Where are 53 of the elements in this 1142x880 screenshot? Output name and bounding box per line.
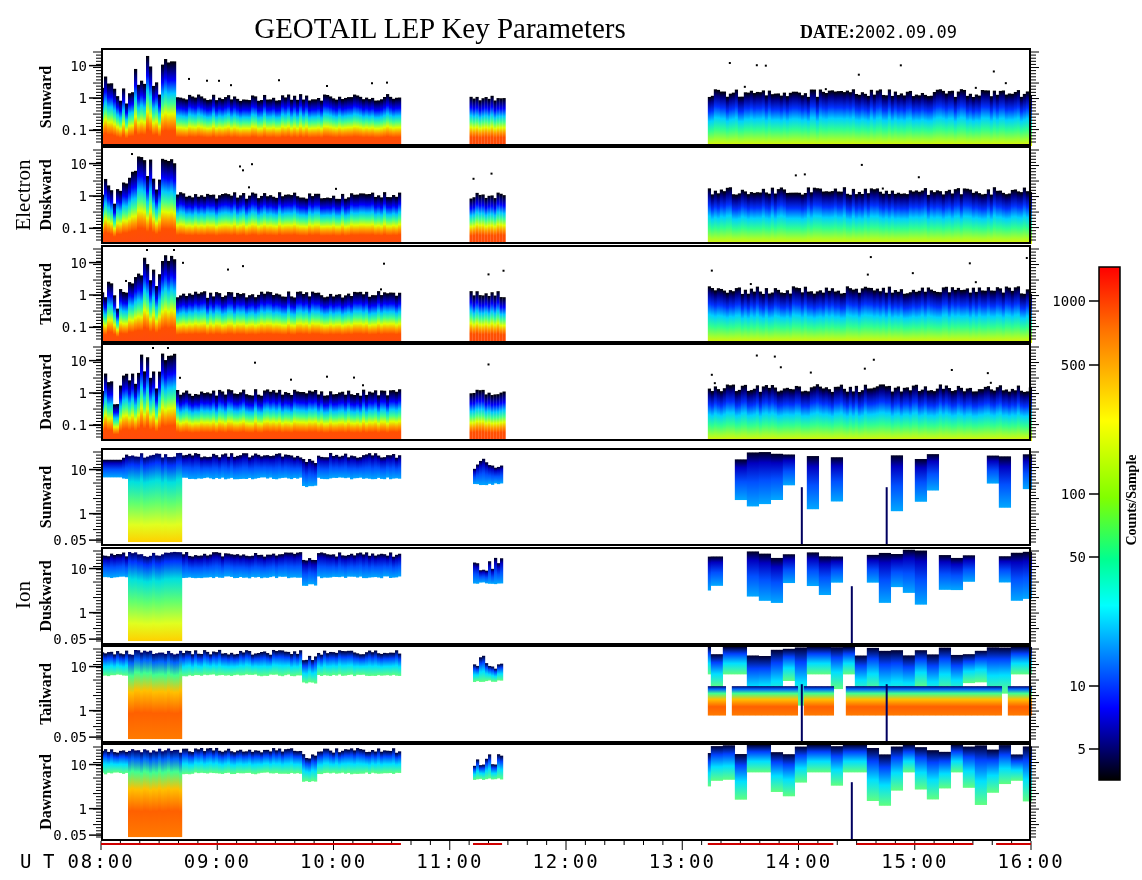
- panel-label: Duskward: [37, 159, 54, 231]
- x-tick-label: 08:00: [67, 850, 135, 872]
- y-tick-label: 1: [78, 505, 87, 522]
- panel-label: Dawnward: [37, 354, 54, 430]
- plot-title: GEOTAIL LEP Key Parameters: [254, 12, 626, 44]
- panel-label: Tailward: [37, 263, 54, 325]
- x-tick-label: 13:00: [648, 850, 716, 872]
- y-tick-label: 1: [78, 604, 87, 621]
- y-tick-label: 0.1: [61, 319, 87, 336]
- y-tick-label: 10: [70, 57, 87, 74]
- group-label: Electron: [11, 159, 35, 231]
- colorbar-tick-label: 1000: [1052, 293, 1086, 309]
- x-tick-label: 10:00: [299, 850, 368, 872]
- y-tick-label: 0.1: [61, 122, 87, 139]
- panel-label: Dawnward: [37, 754, 54, 830]
- y-tick-label: 0.05: [53, 532, 87, 549]
- panel-label: Sunward: [37, 465, 54, 529]
- group-label: Ion: [11, 581, 35, 609]
- panel-label: Duskward: [37, 560, 54, 632]
- x-tick-label: 11:00: [416, 850, 484, 872]
- date-label: DATE:2002.09.09: [800, 22, 958, 42]
- panel-label: Tailward: [37, 663, 54, 725]
- panel-label: Sunward: [37, 65, 54, 129]
- x-tick-label: 12:00: [532, 850, 600, 872]
- y-tick-label: 10: [70, 461, 87, 478]
- y-tick-label: 10: [70, 560, 87, 577]
- y-tick-label: 1: [78, 188, 87, 204]
- y-tick-label: 0.05: [53, 827, 87, 844]
- y-tick-label: 10: [70, 658, 87, 675]
- y-tick-label: 1: [78, 90, 87, 106]
- y-tick-label: 0.1: [61, 220, 87, 237]
- y-tick-label: 10: [70, 155, 87, 172]
- colorbar-tick-label: 5: [1077, 741, 1086, 757]
- x-tick-label: 09:00: [183, 850, 251, 872]
- colorbar-tick-label: 500: [1060, 357, 1086, 373]
- y-tick-label: 10: [70, 756, 87, 773]
- y-tick-label: 10: [70, 352, 87, 369]
- colorbar-tick-label: 50: [1069, 549, 1086, 565]
- y-tick-label: 0.1: [61, 417, 87, 434]
- colorbar-tick-label: 10: [1069, 678, 1086, 694]
- x-tick-label: 16:00: [997, 850, 1065, 872]
- y-tick-label: 0.05: [53, 729, 87, 746]
- x-axis-label: U T: [20, 850, 55, 872]
- y-tick-label: 0.05: [53, 631, 87, 648]
- y-tick-label: 1: [78, 385, 87, 401]
- y-tick-label: 1: [78, 287, 87, 303]
- x-tick-label: 15:00: [881, 850, 949, 872]
- y-tick-label: 1: [78, 702, 87, 719]
- y-tick-label: 10: [70, 254, 87, 271]
- y-tick-label: 1: [78, 800, 87, 817]
- colorbar-label: Counts/Sample: [1124, 454, 1139, 546]
- x-tick-label: 14:00: [764, 850, 833, 872]
- colorbar-tick-label: 100: [1060, 486, 1086, 502]
